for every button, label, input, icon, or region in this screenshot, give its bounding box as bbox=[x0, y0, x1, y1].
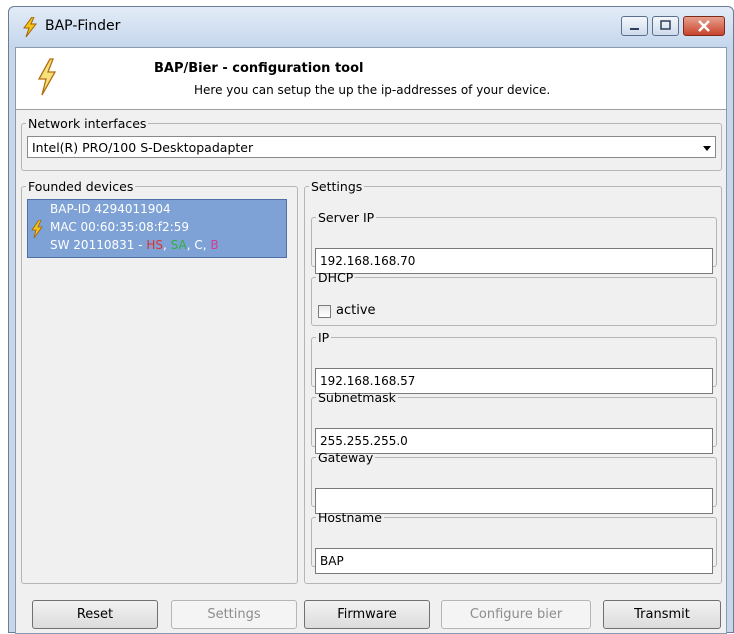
network-interfaces-group: Network interfaces Intel(R) PRO/100 S-De… bbox=[21, 116, 722, 171]
founded-devices-group: Founded devices BAP-ID 4294011904 MAC 00… bbox=[21, 179, 298, 584]
device-sw-version: SW 20110831 - bbox=[50, 238, 147, 252]
client-area: BAP/Bier - configuration tool Here you c… bbox=[15, 47, 727, 634]
hostname-field[interactable]: BAP bbox=[315, 548, 713, 574]
app-window: BAP-Finder BAP/Bier - configuration tool… bbox=[8, 6, 734, 634]
hostname-group: Hostname BAP bbox=[311, 510, 717, 574]
minimize-button[interactable] bbox=[621, 16, 648, 36]
settings-legend: Settings bbox=[311, 179, 363, 194]
ip-group: IP 192.168.168.57 bbox=[311, 330, 717, 394]
device-mac: MAC 00:60:35:08:f2:59 bbox=[50, 220, 189, 234]
minimize-icon bbox=[630, 28, 639, 30]
firmware-button[interactable]: Firmware bbox=[304, 600, 430, 629]
flag-c: C bbox=[194, 238, 203, 252]
settings-button[interactable]: Settings bbox=[171, 600, 297, 629]
title-bar[interactable]: BAP-Finder bbox=[9, 7, 733, 47]
hostname-label: Hostname bbox=[318, 510, 382, 525]
device-list-item[interactable]: BAP-ID 4294011904 MAC 00:60:35:08:f2:59 … bbox=[27, 199, 287, 258]
settings-group: Settings Server IP 192.168.168.70 DHCP a… bbox=[304, 179, 722, 584]
maximize-icon bbox=[660, 20, 671, 30]
ip-value: 192.168.168.57 bbox=[320, 374, 416, 388]
flag-separator: , bbox=[162, 238, 171, 252]
maximize-button[interactable] bbox=[652, 16, 679, 36]
configure-bier-button[interactable]: Configure bier bbox=[441, 600, 591, 629]
network-interfaces-legend: Network interfaces bbox=[28, 116, 147, 131]
hostname-value: BAP bbox=[320, 554, 344, 568]
transmit-button[interactable]: Transmit bbox=[603, 600, 721, 629]
subnetmask-group: Subnetmask 255.255.255.0 bbox=[311, 390, 717, 454]
dhcp-group: DHCP active bbox=[311, 270, 717, 326]
lightning-icon bbox=[31, 220, 43, 238]
device-id: BAP-ID 4294011904 bbox=[50, 202, 171, 216]
dhcp-active-label[interactable]: active bbox=[336, 303, 376, 318]
flag-hs: HS bbox=[146, 238, 163, 252]
network-interface-select[interactable]: Intel(R) PRO/100 S-Desktopadapter bbox=[27, 136, 716, 158]
founded-devices-legend: Founded devices bbox=[28, 179, 134, 194]
server-ip-label: Server IP bbox=[318, 210, 375, 225]
flag-sa: SA bbox=[170, 238, 187, 252]
gateway-label: Gateway bbox=[318, 450, 374, 465]
close-icon bbox=[698, 20, 710, 32]
header-banner: BAP/Bier - configuration tool Here you c… bbox=[16, 48, 726, 110]
header-subtitle: Here you can setup the up the ip-address… bbox=[194, 83, 551, 97]
device-sw: SW 20110831 - HS, SA, C, B bbox=[50, 238, 219, 252]
flag-b: B bbox=[210, 238, 219, 252]
subnetmask-label: Subnetmask bbox=[318, 390, 396, 405]
gateway-group: Gateway bbox=[311, 450, 717, 514]
ip-label: IP bbox=[318, 330, 330, 345]
close-button[interactable] bbox=[683, 16, 725, 36]
header-title: BAP/Bier - configuration tool bbox=[154, 61, 364, 76]
window-title: BAP-Finder bbox=[45, 18, 121, 34]
reset-button[interactable]: Reset bbox=[32, 600, 158, 629]
server-ip-value: 192.168.168.70 bbox=[320, 254, 416, 268]
dhcp-label: DHCP bbox=[318, 270, 354, 285]
subnetmask-value: 255.255.255.0 bbox=[320, 434, 408, 448]
dhcp-active-checkbox[interactable] bbox=[318, 305, 331, 318]
lightning-icon bbox=[23, 17, 38, 37]
server-ip-group: Server IP 192.168.168.70 bbox=[311, 210, 717, 274]
lightning-icon bbox=[37, 58, 57, 96]
chevron-down-icon[interactable] bbox=[703, 146, 711, 151]
network-interface-value: Intel(R) PRO/100 S-Desktopadapter bbox=[32, 140, 254, 155]
